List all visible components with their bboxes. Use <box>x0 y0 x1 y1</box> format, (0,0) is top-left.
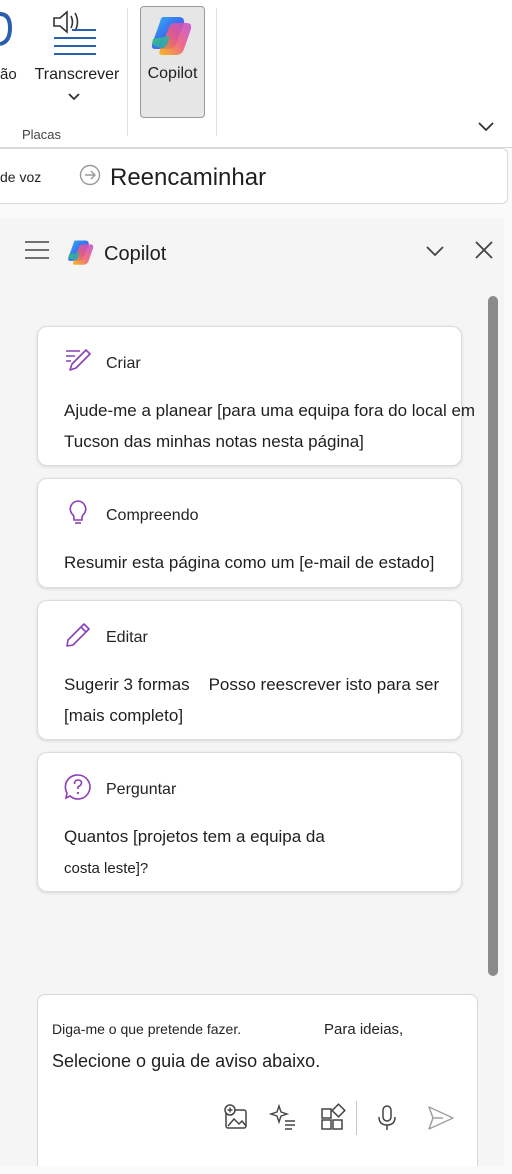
send-icon[interactable] <box>426 1103 456 1133</box>
copilot-pane: Copilot Criar Ajude-me a planear [para u… <box>0 218 504 1174</box>
prompt-card-create[interactable]: Criar Ajude-me a planear [para uma equip… <box>37 326 475 466</box>
notice-bar: de voz Reencaminhar <box>0 148 508 204</box>
card-title: Perguntar <box>106 781 177 798</box>
input-placeholder: Para ideias, <box>324 1021 404 1038</box>
close-icon[interactable] <box>474 240 494 260</box>
microphone-icon[interactable] <box>372 1103 402 1133</box>
dictate-label: ão <box>0 66 17 83</box>
lightbulb-icon <box>69 500 87 524</box>
prompt-card-edit[interactable]: Editar Sugerir 3 formas Posso reescrever… <box>37 600 462 740</box>
copilot-ribbon-label: Copilot <box>147 65 198 82</box>
edit-pencil-icon <box>66 623 90 647</box>
notice-left-text: de voz <box>0 169 42 185</box>
prompt-guide-sparkle-icon[interactable] <box>269 1103 299 1133</box>
card-body: Sugerir 3 formas Posso reescrever isto p… <box>64 669 504 731</box>
transcribe-label: Transcrever <box>34 66 120 83</box>
chevron-down-icon[interactable] <box>424 242 446 260</box>
apps-grid-icon[interactable] <box>318 1103 348 1133</box>
copilot-logo-icon <box>151 17 192 55</box>
copilot-ribbon-button[interactable]: Copilot <box>140 6 205 118</box>
add-image-icon[interactable] <box>222 1103 252 1133</box>
forward-label[interactable]: Reencaminhar <box>110 164 266 192</box>
microphone-icon[interactable] <box>0 6 20 46</box>
hamburger-menu-icon[interactable] <box>24 240 50 260</box>
frame-bottom <box>0 1166 512 1174</box>
create-pencil-icon <box>66 349 91 371</box>
pane-header: Copilot <box>0 218 504 288</box>
forward-arrow-circle-icon[interactable] <box>79 164 101 186</box>
card-body-line: [mais completo] <box>64 706 184 725</box>
ribbon-expand-chevron-icon[interactable] <box>477 120 495 134</box>
ribbon: ão Transcrever Placas Copilot <box>0 0 512 148</box>
copilot-logo-icon <box>68 240 94 265</box>
ribbon-divider <box>216 8 217 136</box>
card-title: Compreendo <box>106 507 199 524</box>
pane-title: Copilot <box>104 243 167 265</box>
card-title: Criar <box>106 355 141 372</box>
card-body: Resumir esta página como um [e-mail de e… <box>64 553 435 572</box>
ribbon-group-label: Placas <box>22 127 62 142</box>
card-body-line: Quantos [projetos tem a equipa da <box>64 827 325 846</box>
prompt-card-ask[interactable]: Perguntar Quantos [projetos tem a equipa… <box>37 752 462 892</box>
ribbon-divider <box>127 8 128 136</box>
card-body-line: Sugerir 3 formas <box>64 675 190 694</box>
input-placeholder: Diga-me o que pretende fazer. <box>52 1021 242 1037</box>
card-body-line: Posso reescrever isto para ser <box>208 675 440 694</box>
question-bubble-icon <box>64 774 91 800</box>
transcribe-button[interactable]: Transcrever <box>30 4 124 114</box>
card-body-line: costa leste]? <box>64 860 149 877</box>
prompt-card-understand[interactable]: Compreendo Resumir esta página como um [… <box>37 478 462 588</box>
chat-input[interactable]: Diga-me o que pretende fazer. Para ideia… <box>37 994 478 1174</box>
card-body: Ajude-me a planear [para uma equipa fora… <box>64 401 476 451</box>
chevron-down-icon[interactable] <box>67 92 81 102</box>
transcribe-icon <box>53 10 96 55</box>
toolbar-divider <box>356 1101 357 1135</box>
card-title: Editar <box>106 629 148 646</box>
input-placeholder: Selecione o guia de aviso abaixo. <box>52 1051 321 1071</box>
card-body: Quantos [projetos tem a equipa da costa … <box>64 821 504 884</box>
